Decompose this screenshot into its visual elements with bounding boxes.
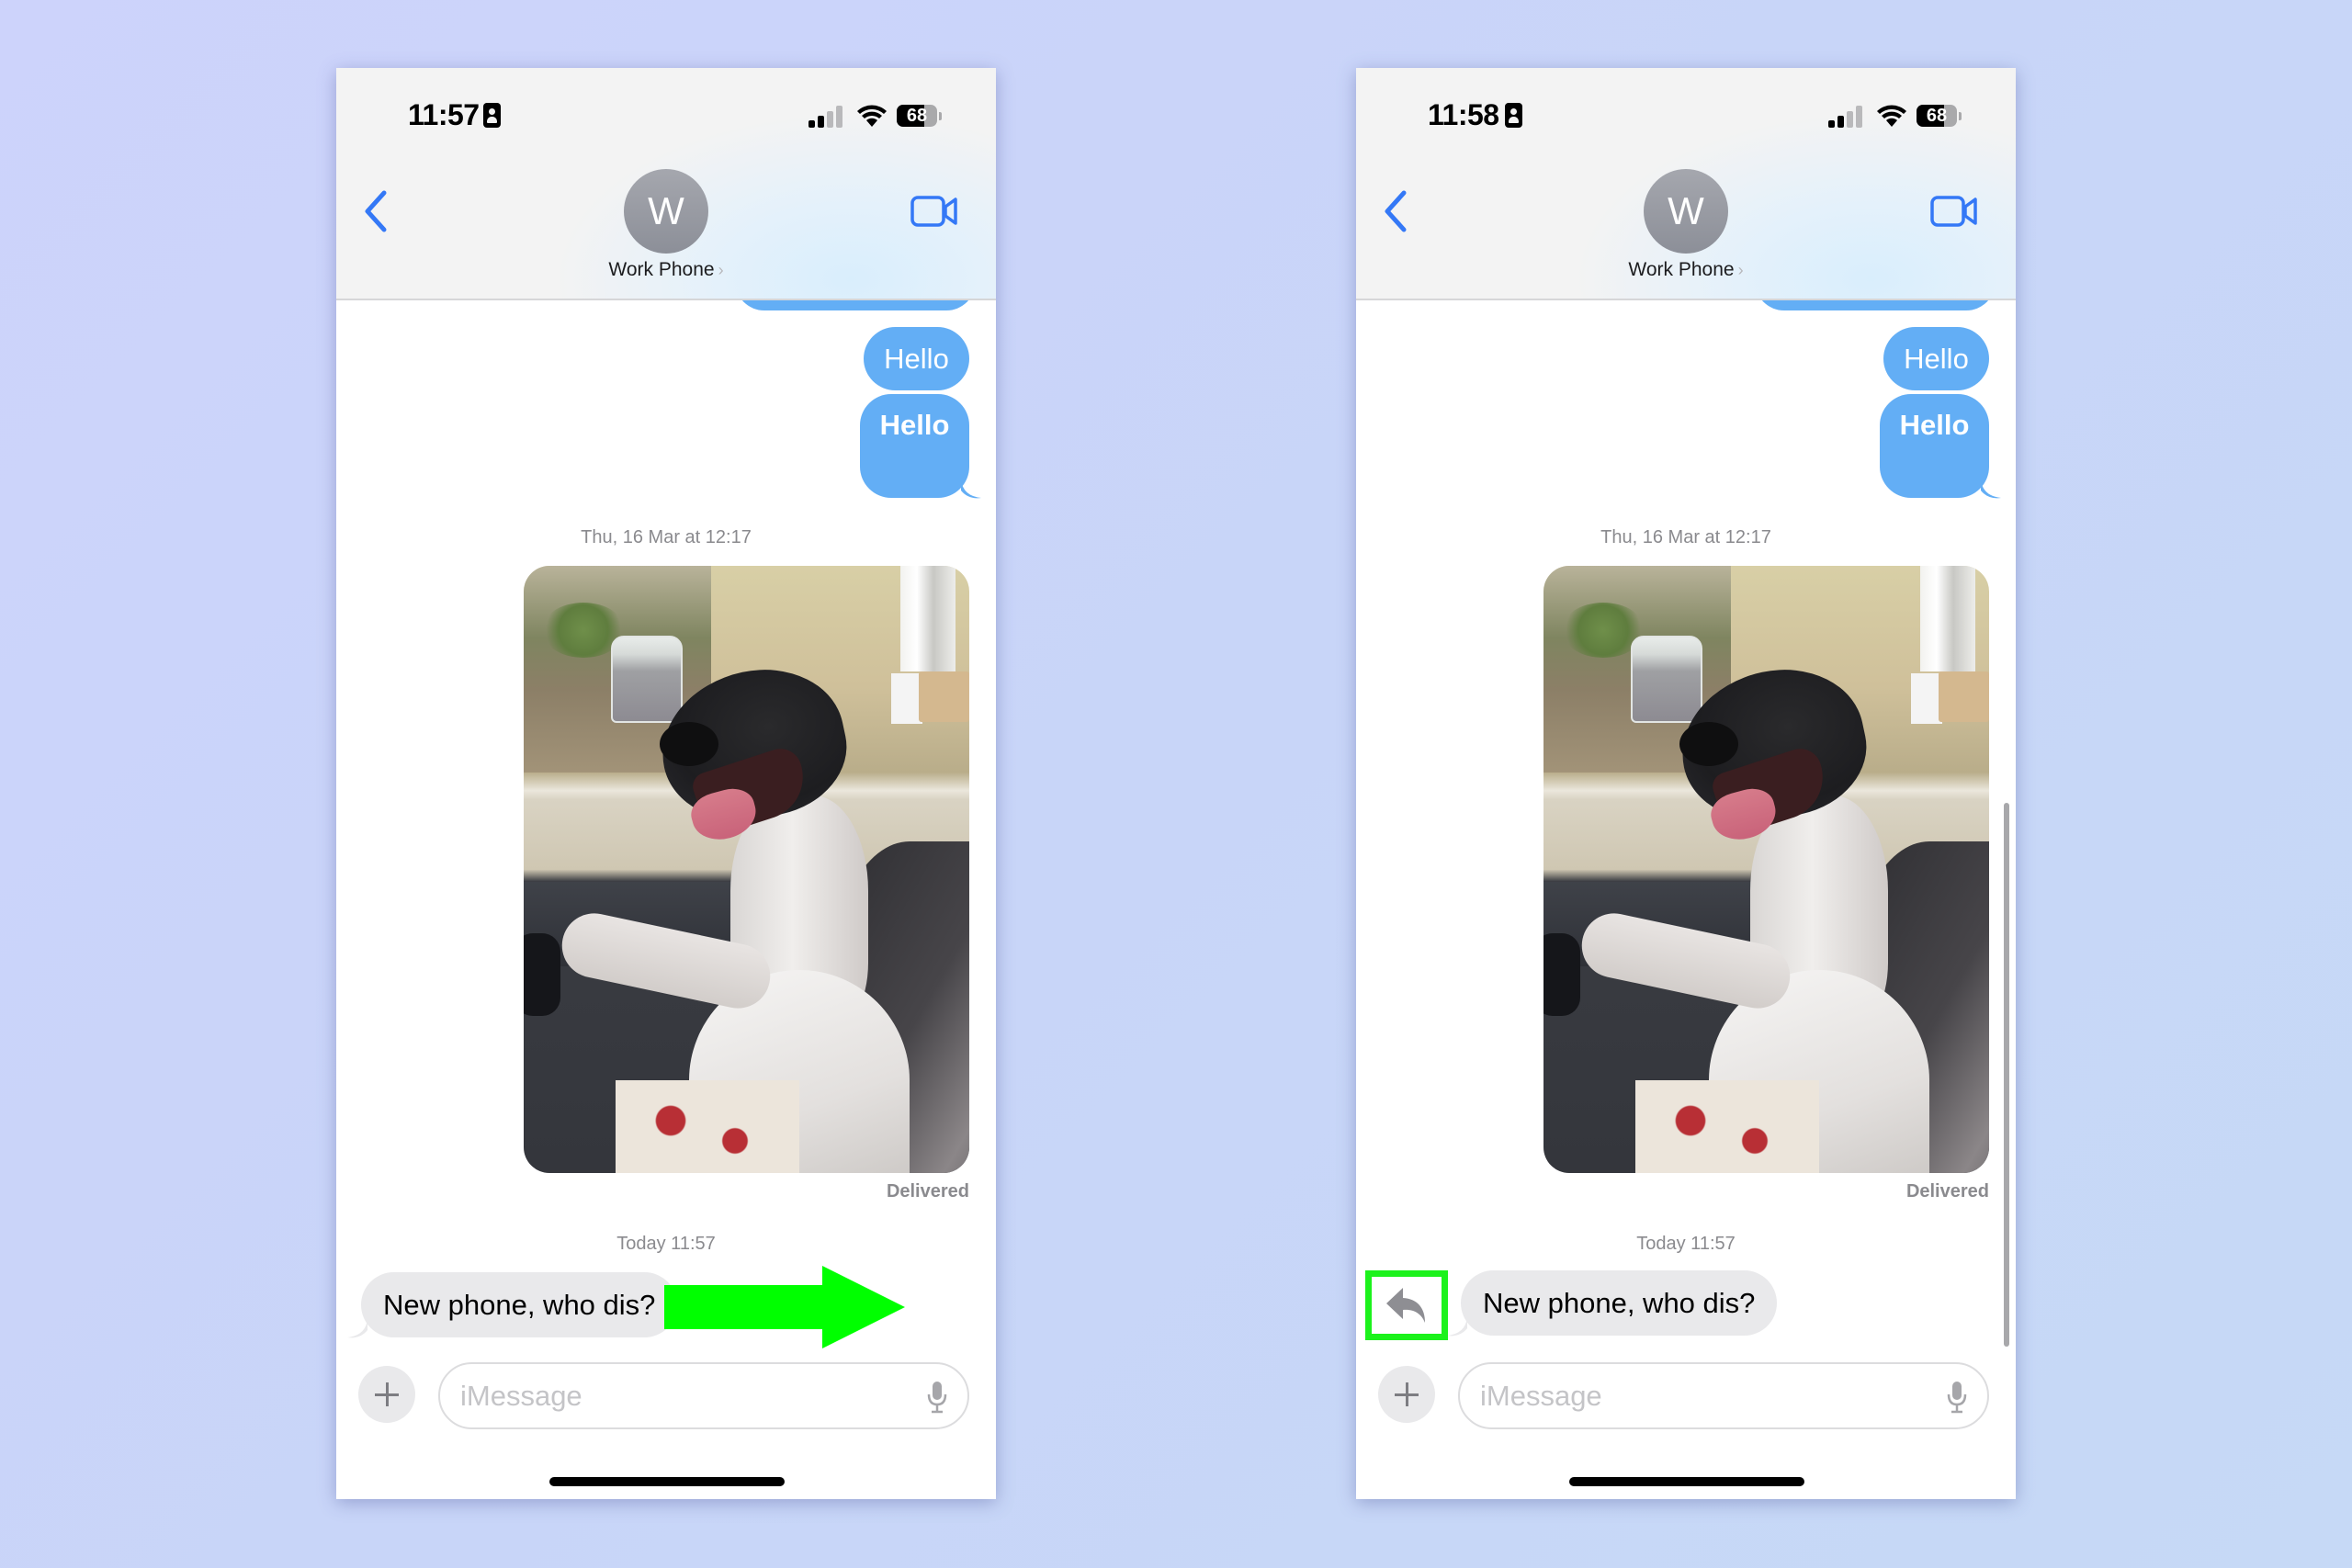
battery-percent: 68 [906,106,928,126]
back-chevron-icon[interactable] [1380,187,1411,235]
microphone-icon[interactable] [1947,1381,1967,1414]
imessage-input[interactable]: iMessage [438,1362,969,1429]
photo-white-cube [1911,673,1942,724]
message-timestamp: Today 11:57 [1636,1234,1736,1254]
reply-arrow-icon[interactable] [1385,1286,1429,1325]
chevron-right-icon: › [718,261,724,279]
battery-cap [1959,112,1962,120]
message-timestamp: Thu, 16 Mar at 12:17 [581,527,752,547]
photo-sleeve [524,933,560,1016]
photo-sleeve [1544,933,1580,1016]
photo-attachment[interactable] [524,566,969,1173]
sent-message-bubble[interactable]: Hello [860,394,969,498]
status-time: 11:58 [1428,98,1499,131]
contact-avatar[interactable]: W [1644,169,1728,254]
home-indicator[interactable] [1569,1477,1804,1486]
photo-window-frame [900,566,956,671]
contact-name-button[interactable]: Work Phone › [1356,259,2016,281]
wifi-icon [857,105,887,127]
photo-blanket [1635,1080,1819,1173]
wifi-icon [1877,105,1906,127]
scroll-indicator[interactable] [2004,803,2009,1347]
microphone-icon[interactable] [927,1381,947,1414]
back-chevron-icon[interactable] [360,187,391,235]
bubble-tail [961,479,981,499]
delivered-status: Delivered [1905,1181,1989,1201]
green-arrow-annotation [664,1266,905,1348]
battery-percent: 68 [1926,106,1948,126]
message-timestamp: Today 11:57 [616,1234,716,1254]
received-message-bubble[interactable]: New phone, who dis? [1461,1270,1778,1336]
photo-dog-nose [1679,722,1738,766]
sent-message-bubble[interactable]: Hello [1883,327,1989,390]
contact-name: Work Phone [1628,259,1735,280]
battery-cap [939,112,942,120]
add-attachment-button[interactable] [358,1366,415,1423]
imessage-input[interactable]: iMessage [1458,1362,1989,1429]
facetime-video-icon[interactable] [1930,195,1978,228]
reply-button-highlight[interactable] [1365,1270,1448,1340]
photo-white-cube [891,673,922,724]
photo-window-frame [1920,566,1975,671]
sent-message-bubble[interactable]: Hello [864,327,969,390]
phone-screen-after-swipe: 11:58 68 W Work Phone › Hello Hello Thu,… [1356,68,2016,1499]
facetime-video-icon[interactable] [910,195,958,228]
photo-calendar-block [919,671,969,722]
photo-dog-nose [660,722,718,766]
bubble-tail [347,1319,368,1338]
home-indicator[interactable] [549,1477,785,1486]
photo-attachment[interactable] [1544,566,1989,1173]
cellular-signal-icon [808,106,845,128]
message-timestamp: Thu, 16 Mar at 12:17 [1600,527,1771,547]
received-message-bubble[interactable]: New phone, who dis? [361,1272,678,1337]
focus-mode-icon [483,103,501,128]
contact-name: Work Phone [608,259,715,280]
phone-screen-before-swipe: 11:57 68 W Work Phone › Hello Hello Thu,… [336,68,996,1499]
delivered-status: Delivered [886,1181,969,1201]
add-attachment-button[interactable] [1378,1366,1435,1423]
sent-message-bubble[interactable]: Hello [1880,394,1989,498]
imessage-placeholder: iMessage [460,1380,582,1412]
contact-avatar[interactable]: W [624,169,708,254]
bubble-tail [1447,1317,1467,1337]
conversation-header: 11:58 68 W Work Phone › [1356,68,2016,300]
status-time: 11:57 [408,98,480,131]
photo-blanket [616,1080,799,1173]
contact-name-button[interactable]: Work Phone › [336,259,996,281]
battery-icon: 68 [897,105,937,127]
chevron-right-icon: › [1737,261,1744,279]
battery-icon: 68 [1917,105,1957,127]
photo-candle-jar [611,636,683,723]
photo-candle-jar [1631,636,1702,723]
imessage-placeholder: iMessage [1480,1380,1602,1412]
cellular-signal-icon [1828,106,1865,128]
focus-mode-icon [1505,103,1522,128]
bubble-tail [1981,479,2001,499]
conversation-header: 11:57 68 W Work Phone › [336,68,996,300]
photo-calendar-block [1939,671,1989,722]
